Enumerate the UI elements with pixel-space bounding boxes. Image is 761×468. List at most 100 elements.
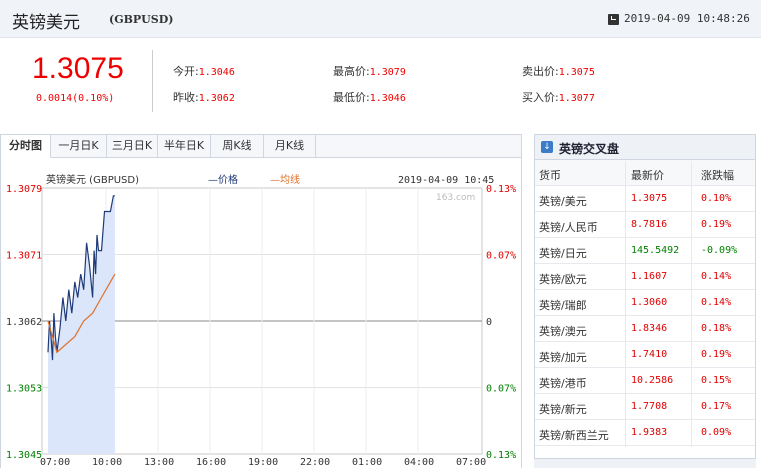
pair-change: 0.10% (701, 193, 732, 204)
high-value: 1.3079 (369, 67, 406, 78)
y-tick-left: 1.3053 (6, 384, 42, 395)
pair-change: 0.09% (701, 427, 732, 438)
table-row[interactable]: 英镑/人民币 8.7816 0.19% (535, 212, 755, 238)
cross-rates-header: ↓ 英镑交叉盘 (535, 135, 755, 160)
intraday-chart-svg: 英镑美元 (GBPUSD) —价格 —均线 2019-04-09 10:45 1… (0, 158, 522, 468)
cross-rates-panel: ↓ 英镑交叉盘 货币 最新价 涨跌幅 英镑/美元 1.3075 0.10% 英镑/人民… (534, 134, 756, 468)
chart-tabs: 分时图 一月日K 三月日K 半年日K 周K线 月K线 (0, 134, 522, 158)
table-row[interactable]: 英镑/新元 1.7708 0.17% (535, 394, 755, 420)
last-price: 1.3075 (32, 52, 124, 85)
page-title: 英镑美元 (12, 13, 80, 33)
legend-price-prefix: — (208, 175, 218, 186)
pair-name[interactable]: 英镑/港币 (539, 375, 587, 391)
open-item: 今开:1.3046 (173, 63, 235, 79)
col-change-pct: 涨跌幅 (701, 169, 734, 182)
table-row[interactable]: 英镑/瑞郎 1.3060 0.14% (535, 290, 755, 316)
pair-name[interactable]: 英镑/加元 (539, 349, 587, 365)
pair-price: 1.8346 (631, 323, 668, 334)
y-tick-right: 0 (486, 317, 492, 328)
legend-avg-prefix: — (270, 175, 280, 186)
pair-price: 8.7816 (631, 219, 668, 230)
symbol-code: (GBPUSD) (109, 13, 174, 26)
x-tick-label: 07:00 (456, 457, 486, 468)
x-tick-label: 10:00 (92, 457, 122, 468)
pair-name[interactable]: 英镑/瑞郎 (539, 297, 587, 313)
y-tick-right: 0.13% (486, 184, 516, 195)
cross-table-head: 货币 最新价 涨跌幅 (535, 160, 755, 186)
tab-monthly-k[interactable]: 月K线 (264, 135, 316, 158)
pair-price: 1.7708 (631, 401, 668, 412)
chart-title: 英镑美元 (GBPUSD) (46, 173, 139, 186)
pair-price: 1.9383 (631, 427, 668, 438)
pair-price: 1.7410 (631, 349, 668, 360)
quote-header: 英镑美元 (GBPUSD) 2019-04-09 10:48:26 (0, 0, 761, 38)
ask-item: 卖出价:1.3075 (522, 63, 595, 79)
x-tick-label: 22:00 (300, 457, 330, 468)
pair-change: 0.19% (701, 349, 732, 360)
x-tick-label: 04:00 (404, 457, 434, 468)
watermark: 163.com (436, 193, 475, 203)
col-latest-price: 最新价 (631, 169, 664, 182)
y-tick-left: 1.3062 (6, 317, 42, 328)
open-value: 1.3046 (198, 67, 235, 78)
calendar-icon (608, 14, 619, 25)
quote-datetime: 2019-04-09 10:48:26 (624, 12, 750, 25)
download-icon[interactable]: ↓ (541, 141, 553, 153)
pair-change: 0.18% (701, 323, 732, 334)
pair-change: -0.09% (701, 245, 738, 256)
pair-name[interactable]: 英镑/日元 (539, 245, 587, 261)
pair-name[interactable]: 英镑/澳元 (539, 323, 587, 339)
table-row[interactable]: 英镑/加元 1.7410 0.19% (535, 342, 755, 368)
pair-price: 1.3060 (631, 297, 668, 308)
pair-name[interactable]: 英镑/美元 (539, 193, 587, 209)
column-divider (625, 161, 626, 447)
tab-intraday[interactable]: 分时图 (1, 135, 51, 158)
cross-rates-title: 英镑交叉盘 (559, 142, 620, 156)
table-row[interactable]: 英镑/港币 10.2586 0.15% (535, 368, 755, 394)
pair-name[interactable]: 英镑/人民币 (539, 219, 598, 235)
pair-price: 1.3075 (631, 193, 668, 204)
legend-price: —价格 (208, 173, 238, 186)
chart-timestamp: 2019-04-09 10:45 (398, 175, 494, 186)
tab-weekly-k[interactable]: 周K线 (211, 135, 264, 158)
pair-change: 0.19% (701, 219, 732, 230)
legend-avg-label: 均线 (280, 173, 300, 186)
x-tick-label: 07:00 (40, 457, 70, 468)
low-value: 1.3046 (369, 93, 406, 104)
pair-name[interactable]: 英镑/新西兰元 (539, 427, 609, 443)
ask-value: 1.3075 (558, 67, 595, 78)
y-tick-right: 0.13% (486, 450, 516, 461)
tab-3m-daily[interactable]: 三月日K (107, 135, 158, 158)
y-tick-left: 1.3071 (6, 251, 42, 262)
low-item: 最低价:1.3046 (333, 89, 406, 105)
intraday-chart: 英镑美元 (GBPUSD) —价格 —均线 2019-04-09 10:45 1… (0, 158, 522, 468)
x-tick-label: 01:00 (352, 457, 382, 468)
table-row[interactable]: 英镑/美元 1.3075 0.10% (535, 186, 755, 212)
pair-name[interactable]: 英镑/新元 (539, 401, 587, 417)
ask-label: 卖出价: (522, 65, 559, 78)
prev-close-item: 昨收:1.3062 (173, 89, 235, 105)
col-currency: 货币 (539, 169, 561, 182)
pair-price: 10.2586 (631, 375, 674, 386)
price-change: 0.0014(0.10%) (36, 93, 115, 104)
table-row[interactable]: 英镑/欧元 1.1607 0.14% (535, 264, 755, 290)
bid-value: 1.3077 (558, 93, 595, 104)
table-row[interactable]: 英镑/日元 145.5492 -0.09% (535, 238, 755, 264)
tab-6m-daily[interactable]: 半年日K (158, 135, 211, 158)
next-panel-header (534, 458, 756, 468)
pair-price: 145.5492 (631, 245, 680, 256)
pair-change: 0.15% (701, 375, 732, 386)
tab-1m-daily[interactable]: 一月日K (51, 135, 107, 158)
y-tick-right: 0.07% (486, 251, 516, 262)
y-tick-right: 0.07% (486, 384, 516, 395)
prev-close-value: 1.3062 (198, 93, 235, 104)
legend-avg: —均线 (270, 173, 300, 186)
low-label: 最低价: (333, 91, 370, 104)
table-row[interactable]: 英镑/澳元 1.8346 0.18% (535, 316, 755, 342)
bid-item: 买入价:1.3077 (522, 89, 595, 105)
pair-name[interactable]: 英镑/欧元 (539, 271, 587, 287)
pair-change: 0.14% (701, 271, 732, 282)
table-row[interactable]: 英镑/新西兰元 1.9383 0.09% (535, 420, 755, 446)
high-label: 最高价: (333, 65, 370, 78)
x-tick-label: 16:00 (196, 457, 226, 468)
